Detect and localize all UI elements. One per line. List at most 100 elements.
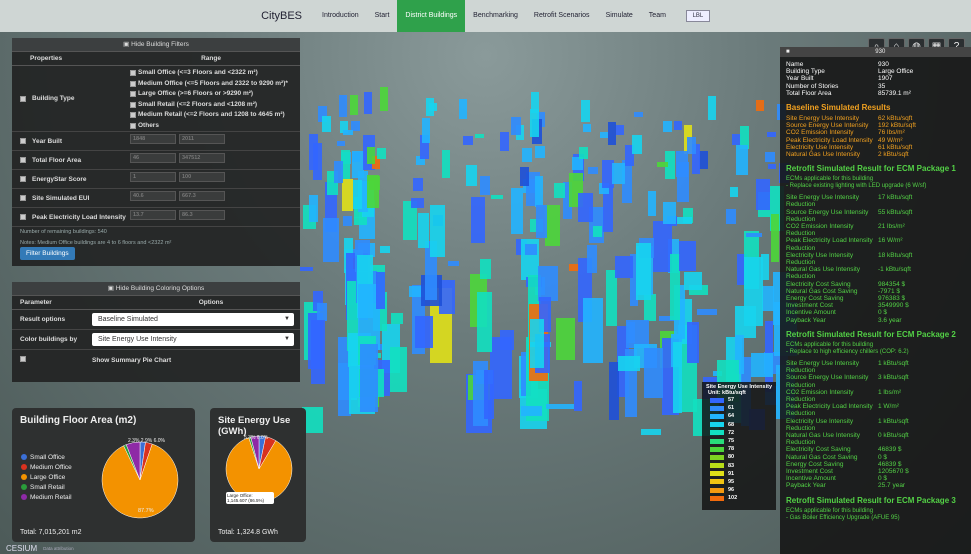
- building-block[interactable]: [611, 163, 625, 184]
- building-block[interactable]: [471, 197, 485, 244]
- building-block[interactable]: [458, 98, 467, 120]
- building-block[interactable]: [368, 176, 380, 191]
- building-block[interactable]: [350, 94, 359, 116]
- building-block[interactable]: [592, 226, 602, 237]
- building-type-option-checkbox[interactable]: [130, 101, 136, 108]
- building-block[interactable]: [573, 381, 583, 412]
- legend-item[interactable]: Medium Retail: [21, 492, 72, 502]
- building-block[interactable]: [376, 148, 386, 160]
- nav-item-simulate[interactable]: Simulate: [598, 0, 641, 32]
- building-block[interactable]: [484, 369, 495, 420]
- building-block[interactable]: [675, 151, 689, 178]
- nav-item-team[interactable]: Team: [641, 0, 674, 32]
- building-block[interactable]: [599, 131, 609, 139]
- building-block[interactable]: [322, 115, 332, 132]
- building-type-option-checkbox[interactable]: [130, 91, 136, 98]
- building-block[interactable]: [735, 145, 748, 176]
- building-block[interactable]: [672, 341, 683, 414]
- building-block[interactable]: [678, 240, 697, 272]
- color-by-select[interactable]: Site Energy Use Intensity ▼: [92, 333, 294, 346]
- building-block[interactable]: [491, 195, 503, 200]
- building-block[interactable]: [677, 217, 693, 225]
- building-block[interactable]: [390, 312, 403, 325]
- range-max-input[interactable]: 86.3: [179, 210, 225, 220]
- building-block[interactable]: [544, 205, 560, 247]
- building-block[interactable]: [750, 353, 773, 378]
- building-block[interactable]: [520, 405, 543, 417]
- cesium-logo[interactable]: CESIUM: [6, 544, 37, 553]
- building-block[interactable]: [418, 212, 429, 249]
- building-type-option-checkbox[interactable]: [130, 80, 136, 87]
- hide-filters-header[interactable]: ▣ Hide Building Filters: [12, 38, 300, 52]
- building-block[interactable]: [430, 204, 446, 257]
- building-block[interactable]: [317, 302, 327, 321]
- building-block[interactable]: [366, 146, 376, 164]
- legend-item[interactable]: Medium Office: [21, 462, 72, 472]
- range-max-input[interactable]: 667.3: [179, 191, 225, 201]
- building-block[interactable]: [554, 182, 565, 198]
- nav-item-district-buildings[interactable]: District Buildings: [397, 0, 466, 32]
- building-block[interactable]: [463, 135, 473, 145]
- building-block[interactable]: [578, 193, 593, 223]
- building-type-option-checkbox[interactable]: [130, 70, 136, 77]
- building-block[interactable]: [615, 125, 625, 136]
- building-block[interactable]: [647, 190, 657, 216]
- legend-item[interactable]: Small Retail: [21, 482, 72, 492]
- building-block[interactable]: [479, 259, 491, 279]
- nav-item-retrofit-scenarios[interactable]: Retrofit Scenarios: [526, 0, 598, 32]
- filter-row-checkbox[interactable]: [20, 195, 26, 201]
- building-block[interactable]: [510, 188, 524, 235]
- building-block[interactable]: [657, 162, 668, 167]
- building-block[interactable]: [618, 356, 640, 372]
- building-block[interactable]: [353, 180, 362, 210]
- building-block[interactable]: [634, 112, 643, 118]
- building-block[interactable]: [448, 261, 459, 266]
- building-block[interactable]: [343, 129, 353, 135]
- filter-row-checkbox[interactable]: [20, 138, 26, 144]
- building-block[interactable]: [520, 166, 530, 186]
- building-block[interactable]: [635, 243, 652, 300]
- range-max-input[interactable]: 100: [179, 172, 225, 182]
- building-block[interactable]: [360, 344, 379, 413]
- building-block[interactable]: [767, 164, 777, 169]
- app-brand[interactable]: CityBES: [261, 10, 302, 22]
- building-block[interactable]: [744, 256, 764, 326]
- nav-item-benchmarking[interactable]: Benchmarking: [465, 0, 526, 32]
- building-block[interactable]: [412, 177, 423, 192]
- building-block[interactable]: [339, 95, 348, 117]
- building-block[interactable]: [441, 150, 450, 178]
- building-block[interactable]: [641, 429, 661, 436]
- building-type-option-checkbox[interactable]: [130, 122, 136, 129]
- building-block[interactable]: [499, 329, 515, 350]
- building-type-option-checkbox[interactable]: [130, 112, 136, 119]
- building-block[interactable]: [615, 256, 633, 278]
- filter-row-checkbox[interactable]: [20, 214, 26, 220]
- building-block[interactable]: [511, 116, 521, 135]
- building-block[interactable]: [342, 178, 354, 211]
- building-block[interactable]: [581, 99, 590, 122]
- legend-item[interactable]: Small Office: [21, 452, 72, 462]
- building-block[interactable]: [410, 198, 424, 208]
- building-block[interactable]: [755, 100, 764, 111]
- building-block[interactable]: [537, 265, 558, 301]
- building-block[interactable]: [353, 217, 368, 225]
- filter-row-checkbox[interactable]: [20, 176, 26, 182]
- building-block[interactable]: [535, 205, 547, 239]
- building-block[interactable]: [534, 175, 543, 207]
- range-min-input[interactable]: 40.6: [130, 191, 176, 201]
- building-block[interactable]: [755, 178, 770, 211]
- building-block[interactable]: [311, 320, 325, 385]
- building-block[interactable]: [336, 140, 346, 147]
- building-block[interactable]: [707, 95, 716, 121]
- building-block[interactable]: [364, 92, 373, 115]
- building-block[interactable]: [730, 187, 739, 198]
- nav-item-start[interactable]: Start: [367, 0, 398, 32]
- filter-row-checkbox[interactable]: [20, 157, 26, 163]
- building-block[interactable]: [312, 142, 322, 181]
- building-block[interactable]: [322, 217, 340, 263]
- range-max-input[interactable]: 347512: [179, 153, 225, 163]
- building-block[interactable]: [746, 232, 762, 237]
- result-options-select[interactable]: Baseline Simulated ▼: [92, 313, 294, 326]
- legend-item[interactable]: Large Office: [21, 472, 72, 482]
- building-type-checkbox[interactable]: [20, 95, 26, 102]
